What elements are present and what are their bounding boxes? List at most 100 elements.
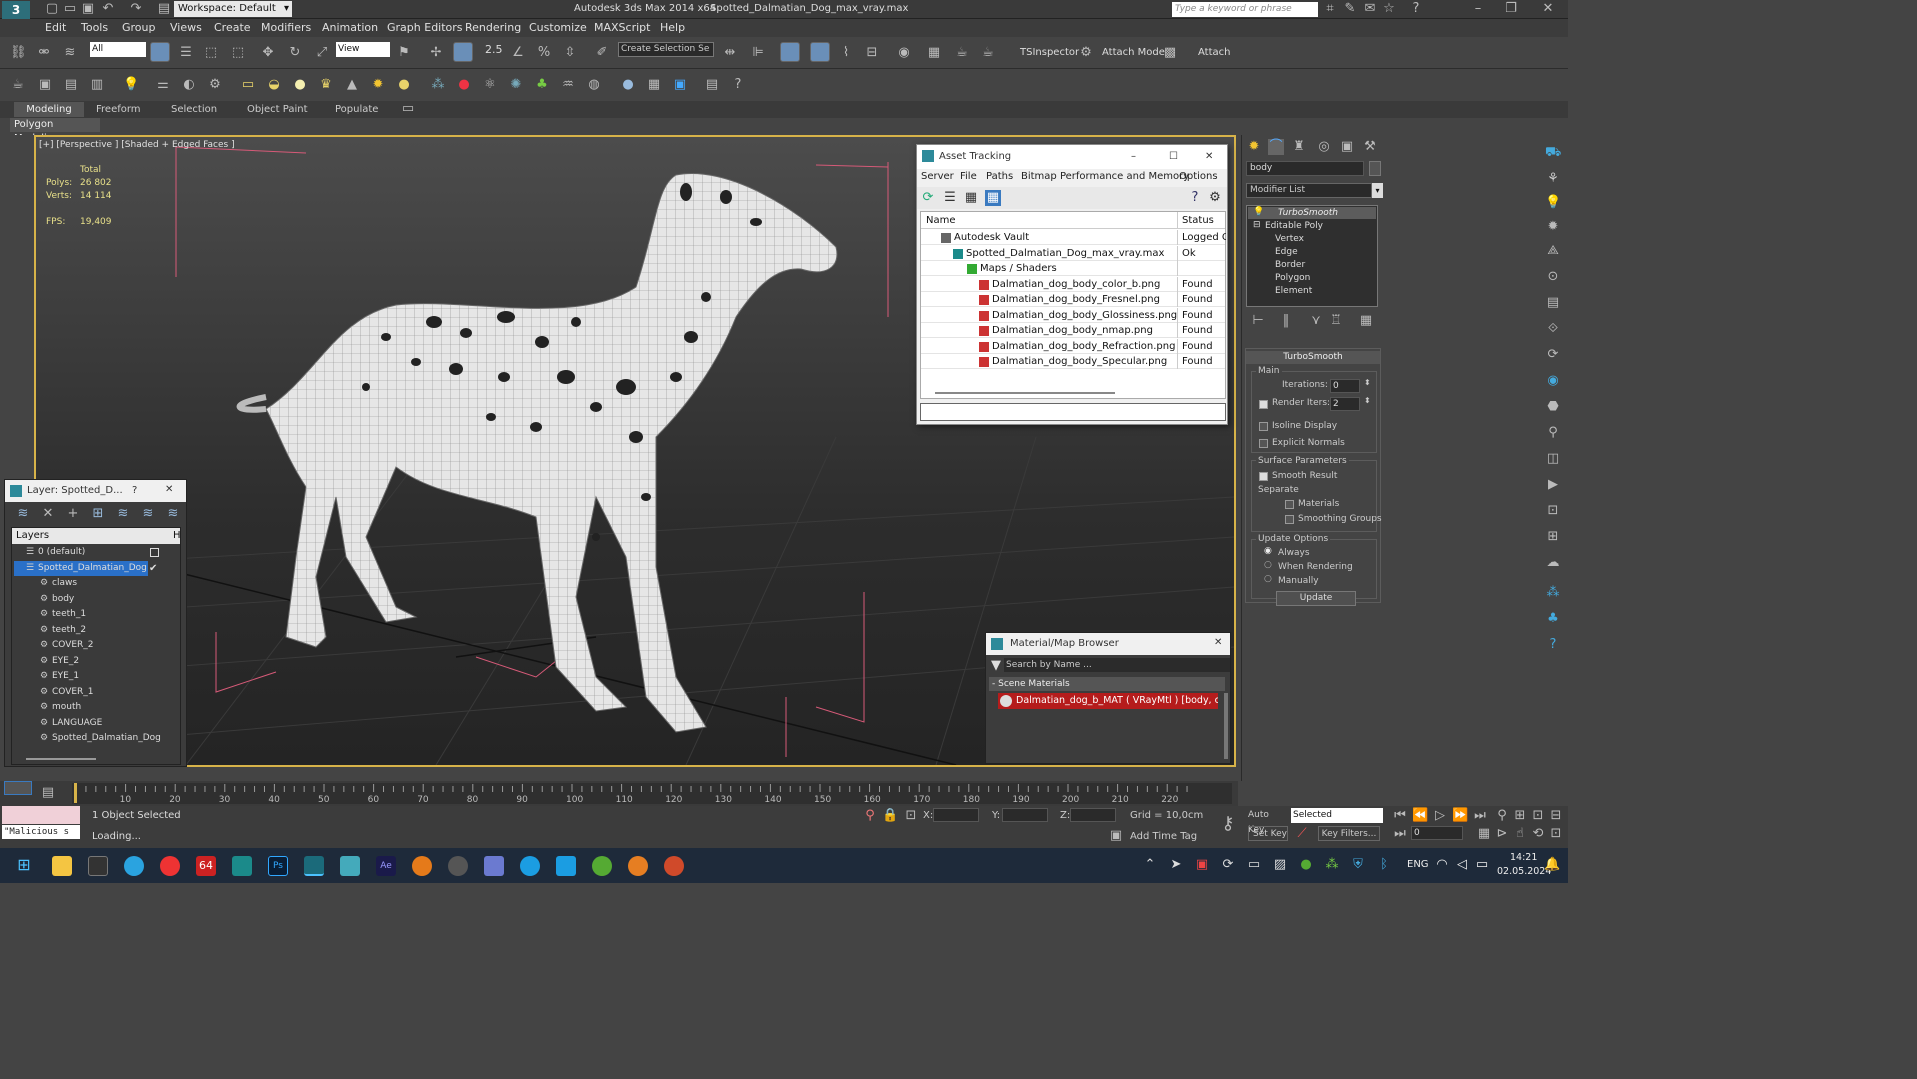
attach-mode-button[interactable]: Attach Mode [1102,47,1165,58]
explicit-normals-checkbox[interactable] [1259,439,1268,448]
pin-stack-icon[interactable]: ⊢ [1250,313,1266,329]
menu-customize[interactable]: Customize [529,21,587,34]
layer-settings-icon[interactable]: ≋ [15,506,31,522]
particle-icon[interactable]: ⁂ [1545,585,1561,601]
attach-button[interactable]: Attach [1198,47,1230,58]
layer-row[interactable]: ⚙ body [12,592,180,607]
key-filters-button[interactable]: Key Filters... [1318,826,1380,841]
percent-snap-icon[interactable]: % [536,45,552,61]
close-icon[interactable]: ✕ [165,484,173,495]
go-to-start-icon[interactable]: ⏮ [1392,808,1408,824]
vray-displacement-icon[interactable]: ⚛ [482,77,498,93]
tray-display-icon[interactable]: ▭ [1246,857,1262,873]
hold-icon[interactable]: ▤ [156,1,172,17]
vray-particles-icon[interactable]: ● [456,77,472,93]
geometry-icon[interactable]: ⟐ [1545,321,1561,337]
zoom-extents-all-icon[interactable]: ⊡ [1530,808,1546,824]
binoculars-icon[interactable]: ⌗ [1322,1,1338,17]
create-tab-icon[interactable]: ✹ [1246,139,1262,155]
help-icon[interactable]: ? [1408,1,1424,17]
tray-app-icon[interactable]: ▣ [1194,857,1210,873]
menu-edit[interactable]: Edit [45,21,66,34]
schematic-view-icon[interactable]: ⊟ [864,45,880,61]
stack-item-border[interactable]: Border [1275,260,1305,270]
viewport-layout-icon[interactable]: ⛟ [1545,145,1561,161]
key-icon[interactable]: ⟋ [1294,826,1310,842]
smoothing-groups-checkbox[interactable] [1285,515,1294,524]
vray-material-icon[interactable]: ● [620,77,636,93]
menu-maxscript[interactable]: MAXScript [594,21,650,34]
active-layer-check-icon[interactable]: ✔ [149,561,157,576]
hierarchy-tab-icon[interactable]: ♜ [1291,139,1307,155]
render-iters-checkbox[interactable] [1259,400,1268,409]
vray-converter-icon[interactable]: ▦ [646,77,662,93]
asset-row[interactable]: Dalmatian_dog_body_Refraction.png Found [921,338,1225,354]
vray-camera-icon[interactable]: ⚌ [155,77,171,93]
g-app-icon[interactable] [412,856,432,876]
maximize-viewport-icon[interactable]: ◫ [1545,451,1561,467]
vray-sphere-icon[interactable]: ◐ [181,77,197,93]
close-icon[interactable]: ✕ [1205,145,1213,169]
favorites-icon[interactable]: ☆ [1381,1,1397,17]
stack-item-polygon[interactable]: Polygon [1275,273,1310,283]
systems-icon[interactable]: ⊙ [1545,269,1561,285]
windows-start-icon[interactable]: ⊞ [16,857,32,873]
rect-selection-icon[interactable]: ⬚ [203,45,219,61]
helper-icon[interactable]: ✹ [1545,219,1561,235]
play-icon[interactable]: ▷ [1432,808,1448,824]
vray-mtl-wrapper-icon[interactable]: ▣ [672,77,688,93]
menu-modifiers[interactable]: Modifiers [261,21,311,34]
col-hide[interactable]: H [173,530,181,541]
vray-fur-icon[interactable]: ⁂ [430,77,446,93]
layer-row[interactable]: ⚙ COVER_1 [12,685,180,700]
vray-sky-icon[interactable]: ● [396,77,412,93]
notification-icon[interactable]: 🔔 [1544,857,1560,873]
material-editor-icon[interactable]: ◉ [896,45,912,61]
scale-icon[interactable]: ⤢ [314,45,330,61]
named-selection-dropdown[interactable]: Create Selection Se [618,42,714,57]
3dsmax-active-icon[interactable] [304,856,324,876]
tab-modeling[interactable]: Modeling [14,102,84,117]
options-arrow-icon[interactable]: ▼ [988,658,1004,674]
maxscript-mini-listener[interactable]: "Malicious s [2,825,80,839]
vray-sphere-fade-icon[interactable]: ✺ [508,77,524,93]
edge-icon[interactable] [520,856,540,876]
maxscript-listener[interactable] [2,806,80,824]
search-app-icon[interactable] [448,856,468,876]
vray-log-icon[interactable]: ▤ [63,77,79,93]
layer-row[interactable]: ⚙ mouth [12,700,180,715]
layer-row[interactable]: ⚙ LANGUAGE [12,716,180,731]
list-view-icon[interactable]: ☰ [942,190,958,206]
store-icon[interactable] [484,856,504,876]
spacewarp-icon[interactable]: ⟁ [1545,243,1561,259]
freeze-all-icon[interactable]: ≋ [165,506,181,522]
maximize-icon[interactable]: ❐ [1503,1,1519,17]
layer-row[interactable]: ⚙ EYE_1 [12,669,180,684]
vray-light-sphere-icon[interactable]: ● [292,77,308,93]
vray-export-icon[interactable]: ▤ [704,77,720,93]
asset-path-field[interactable] [920,403,1226,421]
vray-grass-icon[interactable]: ♣ [534,77,550,93]
isolate-icon[interactable]: ⚲ [862,808,878,824]
rotate-icon[interactable]: ↻ [287,45,303,61]
vray-hair-icon[interactable]: ♒ [560,77,576,93]
thumbnail-view-icon[interactable]: ▦ [963,190,979,206]
modify-tab-icon[interactable]: ⌒ [1268,139,1284,155]
clock-time[interactable]: 14:21 [1510,852,1537,863]
menu-bitmap-performance[interactable]: Bitmap Performance and Memory [1021,171,1189,182]
rollout-header[interactable]: TurboSmooth [1246,351,1380,364]
menu-group[interactable]: Group [122,21,156,34]
new-file-icon[interactable]: ▢ [44,1,60,17]
tsinspector-button[interactable]: TSInspector [1020,47,1079,58]
horizontal-scrollbar[interactable] [935,392,1115,394]
x-coordinate-field[interactable] [933,808,979,822]
save-file-icon[interactable]: ▣ [80,1,96,17]
show-end-result-icon[interactable]: ‖ [1278,313,1294,329]
layer-scrollbar[interactable] [26,758,96,760]
tab-freeform[interactable]: Freeform [96,104,141,115]
object-color-swatch[interactable] [1369,161,1381,176]
light-icon[interactable]: 💡 [1545,195,1561,211]
time-config-icon[interactable]: ▦ [1476,826,1492,842]
menu-options[interactable]: Options [1179,171,1218,182]
telegram-icon[interactable] [124,856,144,876]
